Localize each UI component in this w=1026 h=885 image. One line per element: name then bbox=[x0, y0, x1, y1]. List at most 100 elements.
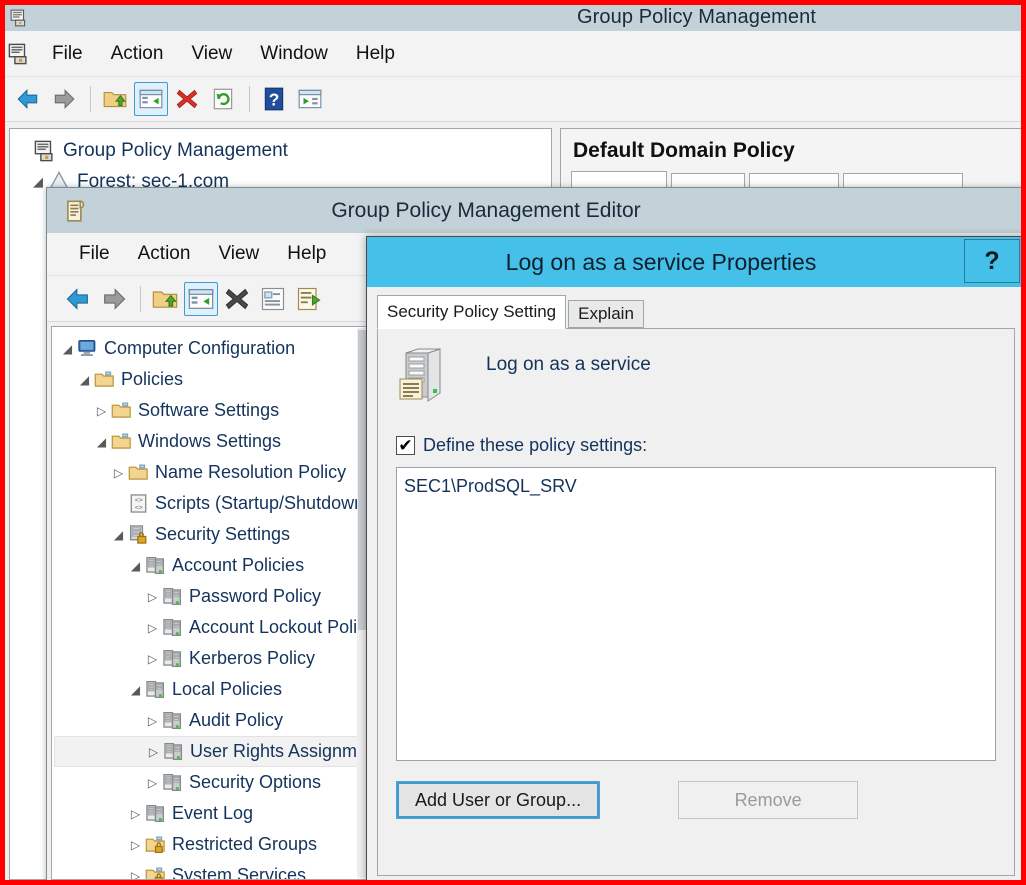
gpmc-menubar: File Action View Window Help bbox=[5, 31, 1026, 77]
expander-icon[interactable]: ◢ bbox=[75, 373, 94, 387]
dialog-help-button[interactable]: ? bbox=[964, 239, 1020, 283]
gpme-tree-item[interactable]: ▷ User Rights Assignment bbox=[54, 736, 371, 767]
gpme-tree-item[interactable]: ▷ Name Resolution Policy bbox=[54, 457, 368, 488]
gpmc-menu-help[interactable]: Help bbox=[342, 40, 409, 68]
gpme-forward-button[interactable] bbox=[97, 282, 131, 316]
refresh-button[interactable] bbox=[206, 82, 240, 116]
gpme-tree-item[interactable]: ◢ Security Settings bbox=[54, 519, 368, 550]
gpmc-tree-root-label: Group Policy Management bbox=[63, 139, 288, 161]
gpme-tree-item-label: Name Resolution Policy bbox=[155, 462, 347, 482]
gpme-tree-item[interactable]: ◢ Windows Settings bbox=[54, 426, 368, 457]
expander-icon[interactable]: ▷ bbox=[143, 621, 162, 635]
forward-icon bbox=[54, 89, 75, 109]
gpme-tree-item[interactable]: ▷ Restricted Groups bbox=[54, 829, 368, 860]
expander-icon[interactable]: ◢ bbox=[109, 528, 128, 542]
gpme-tree-item[interactable]: ▷ System Services bbox=[54, 860, 368, 880]
list-item[interactable]: SEC1\ProdSQL_SRV bbox=[404, 473, 988, 499]
gpme-tree-item-label: Policies bbox=[121, 369, 184, 389]
expander-icon[interactable]: ◢ bbox=[126, 683, 145, 697]
gpme-tree-item[interactable]: ▷ Account Lockout Policy bbox=[54, 612, 370, 643]
gpme-properties-button[interactable] bbox=[256, 282, 290, 316]
expander-icon[interactable]: ▷ bbox=[143, 590, 162, 604]
back-button[interactable] bbox=[11, 82, 45, 116]
expander-icon[interactable]: ◢ bbox=[92, 435, 111, 449]
dialog-titlebar[interactable]: Log on as a service Properties ? bbox=[367, 237, 1025, 287]
help-button[interactable]: ? bbox=[257, 82, 291, 116]
gpme-export-list-button[interactable] bbox=[292, 282, 326, 316]
show-hide-tree-button[interactable] bbox=[134, 82, 168, 116]
gpmc-window-title: Group Policy Management bbox=[576, 5, 817, 28]
gpme-tree-item-label: Event Log bbox=[172, 803, 254, 823]
add-user-or-group-button[interactable]: Add User or Group... bbox=[396, 781, 601, 819]
gpme-delete-button[interactable] bbox=[220, 282, 254, 316]
security-principals-listbox[interactable]: SEC1\ProdSQL_SRV bbox=[396, 467, 996, 761]
gpme-tree-item[interactable]: ◢ Account Policies bbox=[54, 550, 368, 581]
gpme-menu-action[interactable]: Action bbox=[124, 240, 205, 268]
dialog-button-row: Add User or Group... Remove bbox=[396, 781, 996, 819]
gpme-tree-item[interactable]: ◢ Computer Configuration bbox=[54, 333, 368, 364]
gpme-tree-item[interactable]: ▷ Security Options bbox=[54, 767, 368, 798]
expander-icon[interactable]: ▷ bbox=[143, 652, 162, 666]
gpmc-menu-view[interactable]: View bbox=[177, 40, 246, 68]
policy-icon bbox=[163, 587, 182, 606]
gpme-tree-item[interactable]: ▷ Software Settings bbox=[54, 395, 368, 426]
gpmc-menu-window[interactable]: Window bbox=[246, 40, 342, 68]
gpmc-titlebar[interactable]: Group Policy Management bbox=[5, 3, 1026, 31]
gpme-tree-item[interactable]: ▷ Audit Policy bbox=[54, 705, 368, 736]
gpmc-menu-action[interactable]: Action bbox=[97, 40, 178, 68]
expander-icon[interactable]: ▷ bbox=[126, 807, 145, 821]
define-policy-settings-checkbox[interactable]: ✔ bbox=[396, 436, 415, 455]
dialog-title: Log on as a service Properties bbox=[505, 248, 817, 275]
delete-icon bbox=[225, 288, 249, 309]
gpme-tree-item[interactable]: ▷ Password Policy bbox=[54, 581, 368, 612]
gpmc-menu-file[interactable]: File bbox=[38, 40, 97, 68]
gpme-menu-file[interactable]: File bbox=[65, 240, 124, 268]
gpmc-tree-root[interactable]: Group Policy Management bbox=[14, 135, 547, 166]
expander-icon[interactable]: ▷ bbox=[143, 776, 162, 790]
forward-icon bbox=[104, 287, 126, 310]
up-folder-button[interactable] bbox=[98, 82, 132, 116]
policy-header: Log on as a service bbox=[396, 345, 996, 421]
define-policy-settings-row[interactable]: ✔ Define these policy settings: bbox=[396, 435, 996, 456]
dialog-tabstrip: Security Policy Setting Explain bbox=[377, 295, 1015, 329]
forward-button[interactable] bbox=[47, 82, 81, 116]
gpme-tree-item[interactable]: ▷ Kerberos Policy bbox=[54, 643, 368, 674]
page-title: Default Domain Policy bbox=[573, 139, 795, 162]
gpme-tree-item-label: User Rights Assignment bbox=[190, 741, 371, 761]
expander-icon[interactable]: ▷ bbox=[143, 714, 162, 728]
gpme-up-folder-button[interactable] bbox=[148, 282, 182, 316]
gpme-tree-item[interactable]: ◢ Policies bbox=[54, 364, 368, 395]
expander-icon[interactable]: ▷ bbox=[109, 466, 128, 480]
export-list-button[interactable] bbox=[293, 82, 327, 116]
expander-icon[interactable]: ▷ bbox=[126, 838, 145, 852]
expander-icon[interactable]: ▷ bbox=[92, 404, 111, 418]
expander-icon[interactable]: ◢ bbox=[28, 174, 48, 190]
tab-security-policy-setting[interactable]: Security Policy Setting bbox=[377, 295, 567, 329]
gpme-menu-view[interactable]: View bbox=[204, 240, 273, 268]
gpme-back-button[interactable] bbox=[61, 282, 95, 316]
policy-icon bbox=[146, 804, 165, 823]
svg-text:<>: <> bbox=[135, 497, 143, 504]
tab-explain[interactable]: Explain bbox=[568, 300, 644, 328]
expander-icon[interactable]: ▷ bbox=[126, 869, 145, 880]
gpme-tree-item-label: Password Policy bbox=[189, 586, 322, 606]
delete-button[interactable] bbox=[170, 82, 204, 116]
expander-icon[interactable]: ◢ bbox=[58, 342, 77, 356]
toolbar-separator bbox=[90, 86, 91, 112]
expander-icon[interactable]: ▷ bbox=[144, 745, 163, 759]
policy-icon bbox=[163, 773, 182, 792]
gpme-tree-item[interactable]: ◢ Local Policies bbox=[54, 674, 368, 705]
gpme-tree-pane[interactable]: ◢ Computer Configuration ◢ Policies ▷ Softwar… bbox=[51, 326, 371, 880]
expander-icon[interactable]: ◢ bbox=[126, 559, 145, 573]
gpme-tree-item[interactable]: <> <> Scripts (Startup/Shutdown) bbox=[54, 488, 370, 519]
refresh-icon bbox=[213, 88, 233, 110]
gpme-menu-help[interactable]: Help bbox=[273, 240, 340, 268]
gpme-titlebar[interactable]: Group Policy Management Editor bbox=[47, 188, 1025, 233]
script-icon: <><> bbox=[130, 494, 147, 513]
gpme-tree-item[interactable]: ▷ Event Log bbox=[54, 798, 368, 829]
policy-icon bbox=[163, 618, 182, 637]
gpme-window-title: Group Policy Management Editor bbox=[331, 198, 641, 222]
policy-name-label: Log on as a service bbox=[486, 354, 651, 375]
policy-icon bbox=[146, 680, 165, 699]
gpme-show-hide-tree-button[interactable] bbox=[184, 281, 218, 316]
